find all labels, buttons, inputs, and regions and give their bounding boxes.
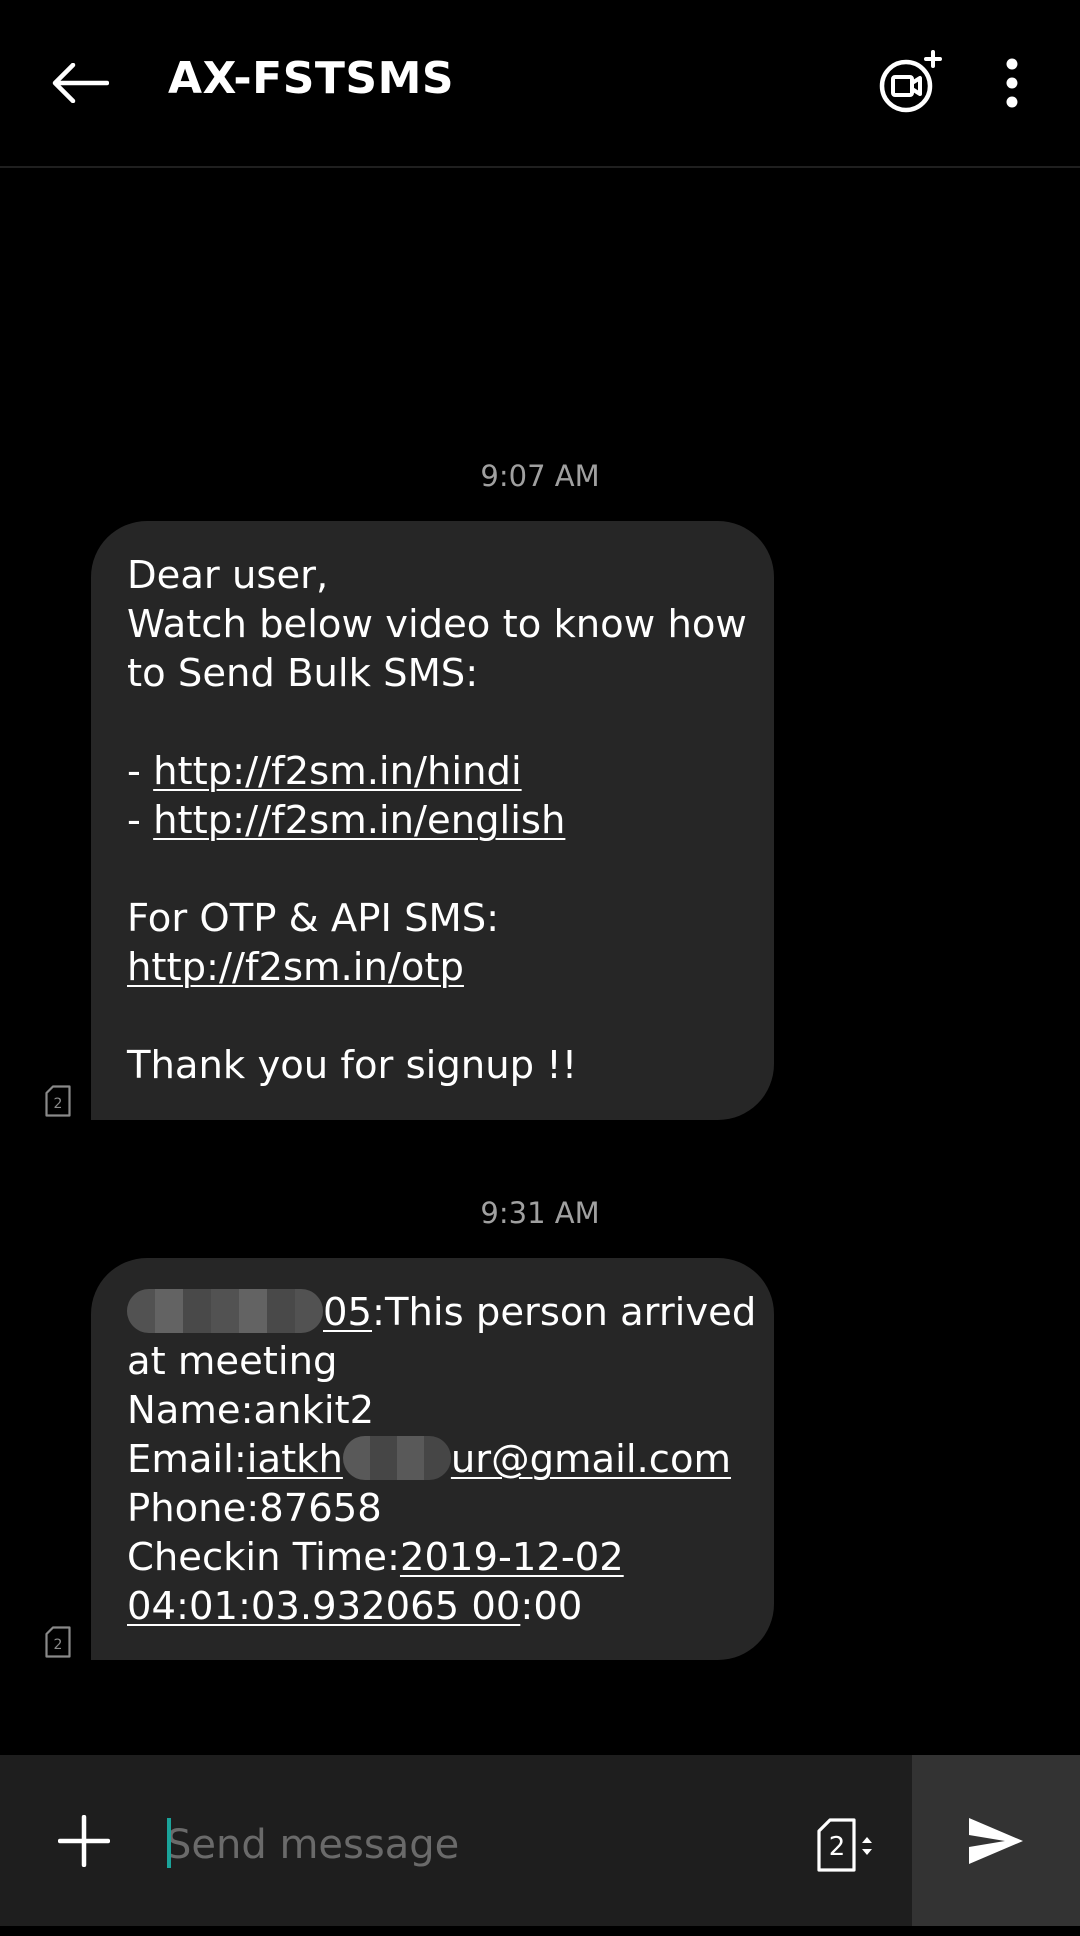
sim-card-icon: 2 xyxy=(45,1626,71,1658)
message-text-line: Thank you for signup !! xyxy=(127,1043,578,1088)
message-text-line: to Send Bulk SMS: xyxy=(127,651,479,696)
redacted-phone-number xyxy=(127,1289,323,1333)
redacted-email-part xyxy=(342,1436,451,1480)
message-text-line: Name:ankit2 xyxy=(127,1388,375,1433)
checkin-date-link[interactable]: 2019-12-02 xyxy=(400,1535,624,1580)
back-button[interactable] xyxy=(30,33,130,133)
svg-text:2: 2 xyxy=(829,1832,846,1862)
message-bubble[interactable]: Dear user, Watch below video to know how… xyxy=(91,521,774,1120)
add-attachment-button[interactable] xyxy=(34,1791,134,1891)
more-vertical-icon xyxy=(1006,58,1018,108)
email-link[interactable]: iatkh ur@gmail.com xyxy=(247,1436,731,1482)
message-text: :00 xyxy=(520,1584,583,1629)
svg-text:2: 2 xyxy=(54,1096,63,1112)
message-text-line: For OTP & API SMS: xyxy=(127,896,500,941)
sim-card-icon: 2 xyxy=(45,1085,71,1117)
sim-badge: 2 xyxy=(44,1625,72,1659)
conversation-title: AX-FSTSMS xyxy=(168,53,455,104)
video-call-button[interactable] xyxy=(860,33,960,133)
checkin-label: Checkin Time: xyxy=(127,1535,400,1580)
list-dash: - xyxy=(127,798,154,843)
message-timestamp: 9:31 AM xyxy=(480,1196,600,1230)
sim-card-icon: 2 xyxy=(817,1818,872,1872)
message-link-line: - http://f2sm.in/hindi xyxy=(127,747,754,796)
send-button[interactable] xyxy=(912,1755,1080,1926)
email-label: Email: xyxy=(127,1437,247,1482)
message-text-line: Watch below video to know how xyxy=(127,602,747,647)
sim-selector-button[interactable]: 2 xyxy=(808,1795,888,1895)
message-bubble[interactable]: 05:This person arrived at meeting Name:a… xyxy=(91,1258,774,1660)
otp-link[interactable]: http://f2sm.in/otp xyxy=(127,945,464,990)
message-link-line: http://f2sm.in/otp xyxy=(127,943,754,992)
message-text: :This person arrived xyxy=(372,1290,757,1335)
text-cursor xyxy=(167,1818,171,1868)
message-timestamp: 9:07 AM xyxy=(480,459,600,493)
message-link-line: - http://f2sm.in/english xyxy=(127,796,754,845)
message-composer: 2 xyxy=(0,1755,1080,1926)
message-text-line: 04:01:03.932065 00:00 xyxy=(127,1582,754,1631)
message-text-line: 05:This person arrived xyxy=(127,1288,757,1337)
phone-number-link[interactable]: 05 xyxy=(323,1290,372,1335)
hindi-video-link[interactable]: http://f2sm.in/hindi xyxy=(153,749,522,794)
checkin-time-link[interactable]: 04:01:03.932065 00 xyxy=(127,1584,520,1629)
message-text-line: at meeting xyxy=(127,1339,338,1384)
bottom-edge xyxy=(0,1926,1080,1936)
svg-text:2: 2 xyxy=(54,1637,63,1653)
send-icon xyxy=(969,1817,1023,1864)
message-input[interactable] xyxy=(166,1805,786,1885)
message-text-line: Email:iatkh ur@gmail.com xyxy=(127,1435,754,1484)
sim-badge: 2 xyxy=(44,1084,72,1118)
message-text-line: Phone:87658 xyxy=(127,1486,382,1531)
arrow-left-icon xyxy=(52,63,109,103)
message-text-line: Dear user, xyxy=(127,553,329,598)
message-text-line: Checkin Time:2019-12-02 xyxy=(127,1533,754,1582)
app-bar: AX-FSTSMS xyxy=(0,0,1080,168)
video-call-add-icon xyxy=(879,50,942,113)
plus-icon xyxy=(58,1815,110,1867)
more-options-button[interactable] xyxy=(962,33,1062,133)
list-dash: - xyxy=(127,749,154,794)
english-video-link[interactable]: http://f2sm.in/english xyxy=(153,798,565,843)
